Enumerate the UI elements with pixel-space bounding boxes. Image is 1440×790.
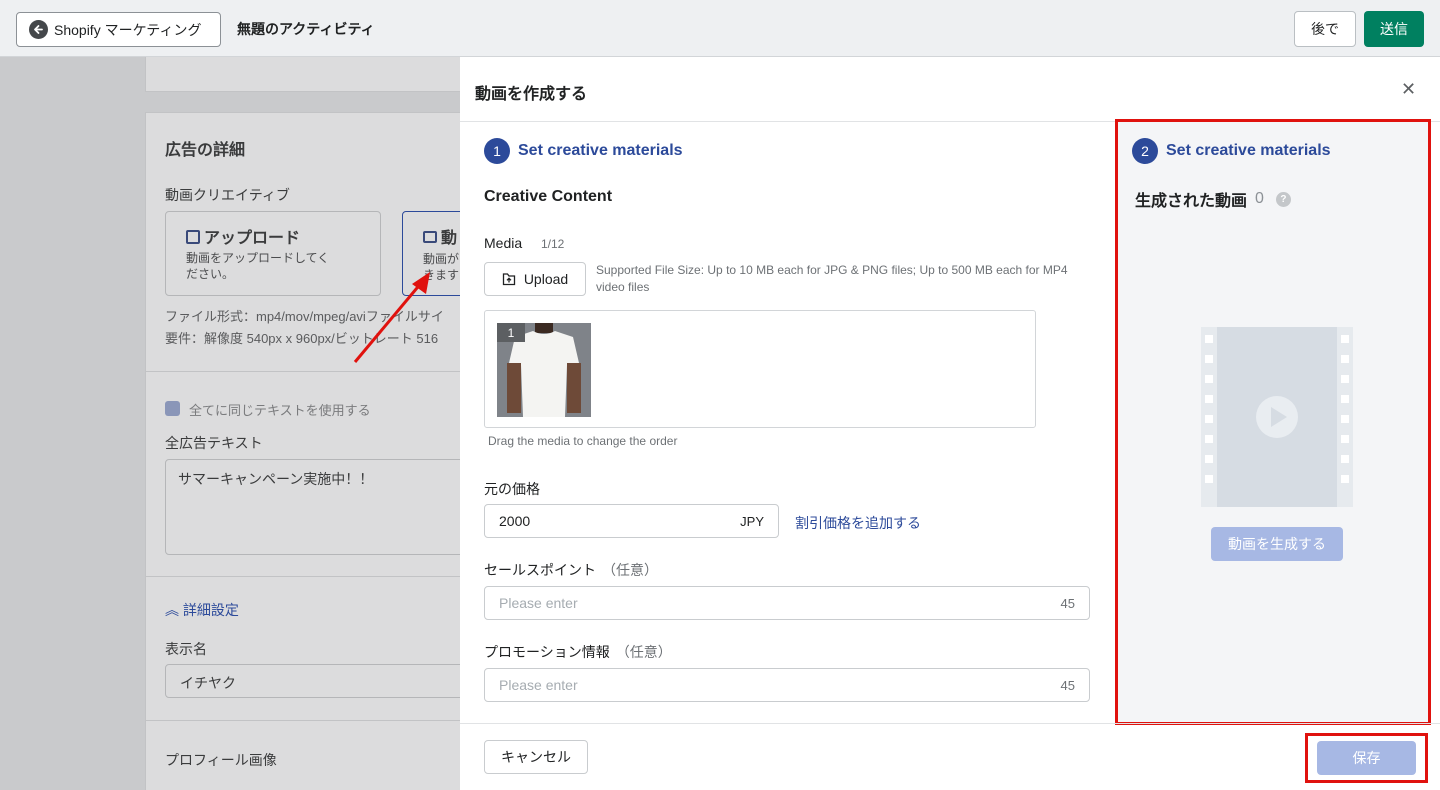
step-2-header: 2 Set creative materials [1132, 138, 1331, 164]
back-to-marketing-button[interactable]: Shopify マーケティング [16, 12, 221, 47]
promo-input[interactable]: Please enter 45 [484, 668, 1090, 702]
annotation-arrow-icon [353, 272, 430, 363]
save-button-highlight: 保存 [1305, 733, 1428, 783]
upload-button[interactable]: Upload [484, 262, 586, 296]
top-bar: Shopify マーケティング 無題のアクティビティ 後で 送信 [0, 0, 1440, 57]
step-1-number: 1 [484, 138, 510, 164]
generate-option-title: 動 [441, 230, 458, 247]
price-currency: JPY [740, 513, 764, 529]
creative-content-title: Creative Content [484, 188, 613, 205]
bg-card-top [145, 57, 460, 92]
same-text-checkbox-label: 全てに同じテキストを使用する [189, 403, 371, 418]
all-ad-text-value: サマーキャンペーン実施中！！ [178, 471, 374, 487]
save-button[interactable]: 保存 [1317, 741, 1416, 775]
arrow-left-icon [29, 20, 48, 39]
price-label: 元の価格 [484, 481, 540, 497]
modal-footer: キャンセル 保存 [460, 723, 1440, 790]
later-button[interactable]: 後で [1294, 11, 1356, 47]
media-order-badge: 1 [497, 323, 525, 342]
display-name-value: イチヤク [180, 675, 236, 691]
promo-char-limit: 45 [1060, 677, 1075, 693]
promo-label-row: プロモーション情報 （任意） [484, 642, 672, 662]
generated-video-panel: 2 Set creative materials 生成された動画 0 ? 動画を… [1115, 119, 1431, 725]
media-thumbnail[interactable]: 1 [497, 323, 591, 417]
promo-optional: （任意） [615, 644, 672, 660]
bg-ad-details-card: 広告の詳細 動画クリエイティブ アップロード 動画をアップロードしてください。 … [145, 112, 460, 790]
generate-option-row: 動 [423, 224, 457, 248]
video-placeholder-icon [1201, 327, 1353, 507]
generated-videos-title-row: 生成された動画 0 ? [1135, 187, 1291, 211]
back-button-label: Shopify マーケティング [54, 21, 202, 38]
send-button[interactable]: 送信 [1364, 11, 1424, 47]
media-count: 1/12 [541, 237, 565, 251]
video-creative-label: 動画クリエイティブ [165, 187, 290, 203]
step-1-header: 1 Set creative materials [484, 138, 683, 164]
sales-point-optional: （任意） [602, 562, 658, 578]
step-2-number: 2 [1132, 138, 1158, 164]
page-title: 無題のアクティビティ [237, 21, 375, 37]
add-discount-link[interactable]: 割引価格を追加する [795, 513, 921, 533]
upload-option-desc: 動画をアップロードしてください。 [186, 251, 330, 281]
promo-label: プロモーション情報 [484, 644, 610, 660]
upload-icon [186, 230, 200, 244]
upload-option-card[interactable]: アップロード 動画をアップロードしてください。 [165, 211, 381, 296]
film-icon [423, 231, 437, 243]
display-name-input[interactable]: イチヤク [165, 664, 460, 698]
sales-point-char-limit: 45 [1060, 595, 1075, 611]
step-2-label: Set creative materials [1166, 142, 1331, 159]
all-ad-text-label: 全広告テキスト [165, 435, 263, 451]
media-list: 1 [484, 310, 1036, 428]
ad-details-title: 広告の詳細 [165, 142, 246, 159]
divider [146, 720, 460, 721]
upload-hint: Supported File Size: Up to 10 MB each fo… [596, 263, 1068, 294]
background-page: 広告の詳細 動画クリエイティブ アップロード 動画をアップロードしてください。 … [0, 57, 460, 790]
create-video-modal: 動画を作成する ✕ 1 Set creative materials Creat… [460, 57, 1440, 790]
step-1-label: Set creative materials [518, 142, 683, 159]
drag-hint: Drag the media to change the order [488, 434, 678, 448]
all-ad-text-textarea[interactable]: サマーキャンペーン実施中！！ [165, 459, 460, 555]
price-input[interactable]: 2000 JPY [484, 504, 779, 538]
cancel-button[interactable]: キャンセル [484, 740, 588, 774]
upload-option-row: アップロード [186, 224, 300, 248]
advanced-settings-label: 詳細設定 [182, 602, 239, 618]
close-icon[interactable]: ✕ [1401, 79, 1416, 100]
media-label: Media [484, 235, 523, 251]
sales-point-input[interactable]: Please enter 45 [484, 586, 1090, 620]
modal-title: 動画を作成する [475, 86, 588, 103]
promo-placeholder: Please enter [499, 677, 578, 693]
sales-point-label: セールスポイント [484, 562, 596, 578]
generated-videos-count: 0 [1255, 190, 1264, 207]
advanced-settings-toggle[interactable]: ︽ 詳細設定 [165, 600, 239, 620]
generated-videos-title: 生成された動画 [1135, 193, 1248, 210]
display-name-label: 表示名 [165, 641, 207, 657]
upload-file-icon [502, 272, 516, 286]
sales-point-placeholder: Please enter [499, 595, 578, 611]
upload-option-title: アップロード [204, 230, 301, 247]
profile-image-label: プロフィール画像 [165, 752, 277, 768]
modal-header: 動画を作成する ✕ [460, 57, 1440, 122]
chevron-up-icon: ︽ [165, 602, 179, 618]
price-value: 2000 [499, 513, 531, 529]
generate-video-button[interactable]: 動画を生成する [1211, 527, 1343, 561]
upload-button-label: Upload [523, 271, 569, 287]
checkbox-checked-icon[interactable] [165, 401, 180, 416]
divider [146, 576, 460, 577]
help-icon[interactable]: ? [1275, 191, 1291, 207]
sales-point-label-row: セールスポイント （任意） [484, 560, 658, 580]
